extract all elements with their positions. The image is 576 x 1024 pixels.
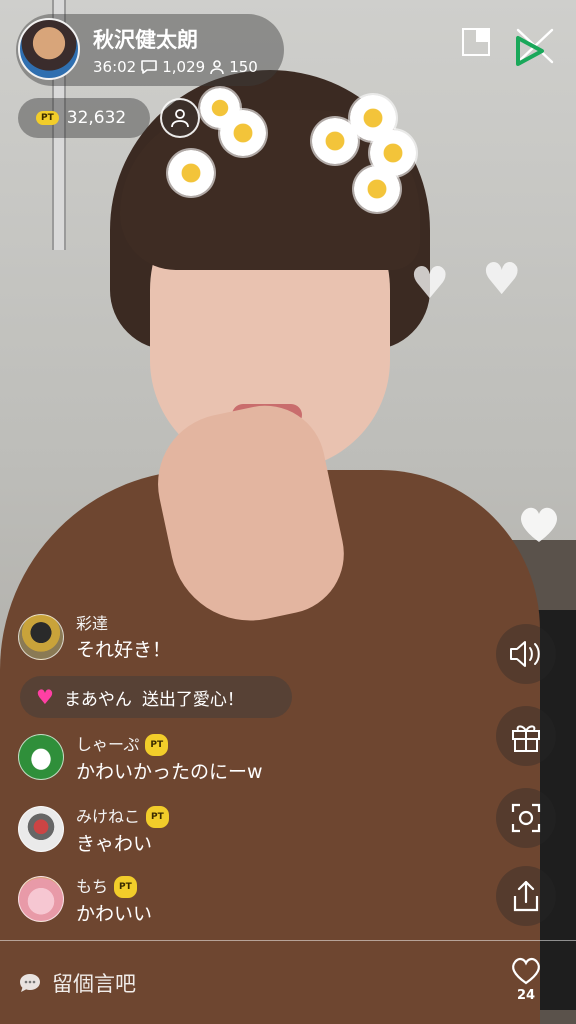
pip-icon xyxy=(462,28,490,56)
comment-text: かわいい xyxy=(76,903,153,925)
comment-username: みけねこ PT xyxy=(76,806,169,828)
comment-avatar[interactable] xyxy=(18,876,64,922)
gift-user: まあやん xyxy=(63,689,132,710)
comment-item[interactable]: しゃーぷ PT かわいかったのにーw xyxy=(18,734,263,786)
floating-heart-icon: ♥ xyxy=(410,258,450,309)
comment-placeholder: 留個言吧 xyxy=(52,972,136,996)
pip-button[interactable] xyxy=(462,28,490,56)
follow-button[interactable] xyxy=(160,98,200,138)
host-stats: 36:02 1,029 150 xyxy=(93,58,258,76)
comment-username: もち PT xyxy=(76,876,152,898)
comment-username: しゃーぷ PT xyxy=(76,734,263,756)
live-stream-screen: ♥ ♥ 秋沢健太朗 36:02 1,029 150 PT 32,632 彩達 そ… xyxy=(0,0,576,1024)
close-icon xyxy=(516,28,554,66)
share-icon xyxy=(513,880,539,912)
floating-heart-icon: ♥ xyxy=(482,254,522,305)
points-value: 32,632 xyxy=(66,108,127,128)
like-icon xyxy=(512,957,540,985)
daisy-flower-icon xyxy=(200,88,240,128)
gift-notice: ♥ まあやん 送出了愛心！ xyxy=(20,676,292,718)
comment-username: 彩達 xyxy=(76,614,109,633)
pt-badge: PT xyxy=(145,734,169,756)
pt-badge: PT xyxy=(146,806,169,828)
comment-avatar[interactable] xyxy=(18,734,64,780)
chat-bubble-icon xyxy=(20,974,40,992)
heart-icon: ♥ xyxy=(36,685,54,709)
comment-item[interactable]: みけねこ PT きゃわい xyxy=(18,806,169,858)
like-count: 24 xyxy=(516,988,536,1003)
daisy-flower-icon xyxy=(168,150,214,196)
like-button[interactable]: 24 xyxy=(506,956,546,1008)
pt-badge: PT xyxy=(36,111,59,125)
comment-avatar[interactable] xyxy=(18,806,64,852)
comment-input[interactable]: 留個言吧 xyxy=(18,960,438,1006)
comment-avatar[interactable] xyxy=(18,614,64,660)
floating-heart xyxy=(516,504,562,548)
gift-text: 送出了愛心！ xyxy=(141,689,244,710)
comment-text: それ好き！ xyxy=(76,639,172,661)
bottom-divider xyxy=(0,940,576,941)
viewer-icon xyxy=(210,60,224,75)
host-avatar[interactable] xyxy=(18,18,80,80)
comments-count: 1,029 xyxy=(162,58,206,76)
share-button[interactable] xyxy=(496,866,556,926)
video-background: ♥ ♥ xyxy=(0,0,576,1024)
comment-text: かわいかったのにーw xyxy=(76,761,263,783)
gift-icon xyxy=(512,725,540,752)
speaker-icon xyxy=(510,641,540,667)
comment-text: きゃわい xyxy=(76,833,153,855)
gift-button[interactable] xyxy=(496,706,556,766)
pt-badge: PT xyxy=(114,876,137,898)
host-name: 秋沢健太朗 xyxy=(93,28,198,52)
camera-icon xyxy=(511,803,541,833)
comment-icon xyxy=(141,60,158,74)
daisy-flower-icon xyxy=(354,166,400,212)
elapsed-time: 36:02 xyxy=(93,58,137,76)
follow-icon xyxy=(171,109,189,128)
comment-item[interactable]: もち PT かわいい xyxy=(18,876,152,928)
screenshot-button[interactable] xyxy=(496,788,556,848)
viewers-count: 150 xyxy=(229,58,258,76)
heart-icon xyxy=(520,507,558,542)
sound-button[interactable] xyxy=(496,624,556,684)
comment-item[interactable]: 彩達 それ好き！ xyxy=(18,614,171,664)
close-button[interactable] xyxy=(514,22,556,68)
points-pill[interactable]: PT 32,632 xyxy=(18,98,150,138)
